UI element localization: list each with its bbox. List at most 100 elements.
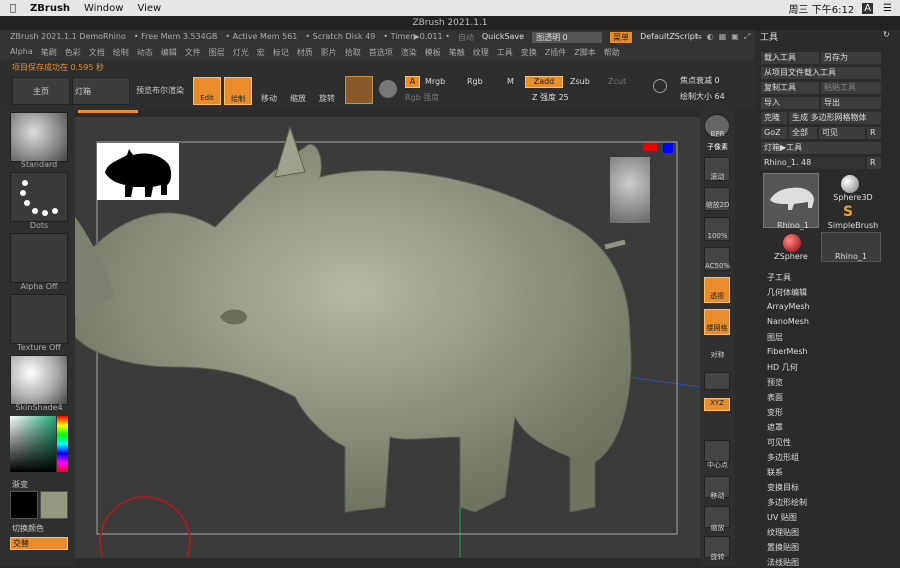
menu-item[interactable]: 绘制 <box>113 47 129 58</box>
input-source-icon[interactable]: A <box>862 2 874 14</box>
menus-button[interactable]: 菜单 <box>610 32 633 43</box>
clone-button[interactable]: 克隆 <box>761 112 787 124</box>
arraymesh-section[interactable]: ArrayMesh <box>767 302 810 311</box>
polypaint-section[interactable]: 多边形绘制 <box>767 497 807 508</box>
menu-item[interactable]: 纹理 <box>473 47 489 58</box>
visibility-section[interactable]: 可见性 <box>767 437 791 448</box>
apple-icon[interactable]:  <box>10 3 16 14</box>
menu-item[interactable]: 动态 <box>137 47 153 58</box>
goz-visible-button[interactable]: 可见 <box>819 127 865 139</box>
contact-section[interactable]: 联系 <box>767 467 783 478</box>
menu-item[interactable]: 拾取 <box>345 47 361 58</box>
grid-icon[interactable]: ▣ <box>731 32 739 42</box>
scale-button[interactable]: 缩放 <box>285 77 311 105</box>
transparency-slider[interactable]: 图透明 0 <box>532 32 603 43</box>
lightbox-tools-button[interactable]: 灯箱▶工具 <box>761 142 881 154</box>
rotate-button[interactable]: 旋转 <box>314 77 340 105</box>
goz-r-button[interactable]: R <box>867 127 881 139</box>
resize-icon[interactable]: ⇆ <box>695 32 702 42</box>
geometry-section[interactable]: 几何体编辑 <box>767 287 807 298</box>
mrgb-button[interactable]: Mrgb <box>425 77 445 86</box>
menu-item[interactable]: Alpha <box>10 47 33 58</box>
normal-map-section[interactable]: 法线贴图 <box>767 557 799 568</box>
polygroups-section[interactable]: 多边形组 <box>767 452 799 463</box>
menu-item[interactable]: 色彩 <box>65 47 81 58</box>
import-button[interactable]: 导入 <box>761 97 819 109</box>
zcut-button[interactable]: Zcut <box>608 77 626 86</box>
sphere3d-icon[interactable] <box>841 175 859 193</box>
menu-item[interactable]: 灯光 <box>233 47 249 58</box>
perspective-button[interactable]: 透视 <box>704 277 730 303</box>
toggle-icon[interactable]: ◐ <box>707 32 714 42</box>
alpha-thumbnail[interactable] <box>10 233 68 283</box>
paste-tool-button[interactable]: 粘贴工具 <box>821 82 881 94</box>
menu-list-icon[interactable]: ☰ <box>883 3 892 14</box>
floor-grid-button[interactable]: 楼网格 <box>704 309 730 335</box>
menu-item[interactable]: 图层 <box>209 47 225 58</box>
draw-button[interactable]: 绘制 <box>224 77 252 105</box>
load-tool-button[interactable]: 载入工具 <box>761 52 819 64</box>
view-menu[interactable]: View <box>137 3 161 14</box>
axis-gizmo-icon[interactable] <box>643 143 677 153</box>
stroke-thumbnail[interactable] <box>10 172 68 222</box>
menu-item[interactable]: 模板 <box>425 47 441 58</box>
texture-map-section[interactable]: 纹理贴图 <box>767 527 799 538</box>
home-button[interactable]: 主页 <box>12 77 70 105</box>
displacement-map-section[interactable]: 置换贴图 <box>767 542 799 553</box>
rgb-button[interactable]: Rgb <box>467 77 483 86</box>
menu-item[interactable]: 文档 <box>89 47 105 58</box>
stroke-icon[interactable] <box>653 79 667 93</box>
menu-item[interactable]: Z插件 <box>545 47 566 58</box>
expand-icon[interactable]: ⤢ <box>744 32 750 42</box>
surface-section[interactable]: 表面 <box>767 392 783 403</box>
lightbox-button[interactable]: 灯箱 <box>72 77 130 105</box>
menu-item[interactable]: 帮助 <box>604 47 620 58</box>
goz-all-button[interactable]: 全部 <box>789 127 817 139</box>
morph-target-section[interactable]: 变换目标 <box>767 482 799 493</box>
material-thumbnail[interactable] <box>10 355 68 405</box>
menu-item[interactable]: 渲染 <box>401 47 417 58</box>
alternate-button[interactable]: 交替 <box>10 537 68 550</box>
script-button[interactable]: DefaultZScript <box>640 32 698 43</box>
masking-section[interactable]: 遮罩 <box>767 422 783 433</box>
layout-icon[interactable]: ▦ <box>719 32 727 42</box>
subtool-section[interactable]: 子工具 <box>767 272 791 283</box>
menu-item[interactable]: 宏 <box>257 47 265 58</box>
menu-item[interactable]: 笔触 <box>449 47 465 58</box>
brush-thumbnail[interactable] <box>10 112 68 162</box>
edit-button[interactable]: Edit <box>193 77 221 105</box>
main-color-swatch[interactable] <box>10 491 38 519</box>
nanomesh-section[interactable]: NanoMesh <box>767 317 809 326</box>
menu-item[interactable]: 文件 <box>185 47 201 58</box>
tool-r-button[interactable]: R <box>867 157 881 169</box>
menu-item[interactable]: 变换 <box>521 47 537 58</box>
menu-item[interactable]: Z脚本 <box>574 47 595 58</box>
fibermesh-section[interactable]: FiberMesh <box>767 347 808 356</box>
hue-strip[interactable] <box>57 416 68 472</box>
focal-shift-slider[interactable]: 焦点衰减 0 <box>680 75 720 86</box>
rotate-y-icon[interactable] <box>704 415 730 433</box>
menu-item[interactable]: 工具 <box>497 47 513 58</box>
spotlight-icon[interactable] <box>379 80 397 98</box>
goz-button[interactable]: GoZ <box>761 127 787 139</box>
xyz-button[interactable]: XYZ <box>704 398 730 411</box>
switch-color-button[interactable]: 切换颜色 <box>12 523 44 534</box>
make-polymesh-button[interactable]: 生成 多边形网格物体 <box>789 112 881 124</box>
navigation-head-icon[interactable] <box>610 157 650 223</box>
copy-tool-button[interactable]: 复制工具 <box>761 82 819 94</box>
menu-item[interactable]: 标记 <box>273 47 289 58</box>
material-sphere-button[interactable] <box>345 76 373 104</box>
deformation-section[interactable]: 变形 <box>767 407 783 418</box>
m-button[interactable]: M <box>507 77 514 86</box>
menu-item[interactable]: 材质 <box>297 47 313 58</box>
save-as-button[interactable]: 另存为 <box>821 52 881 64</box>
current-tool-slider[interactable]: Rhino_1. 48 <box>761 157 865 169</box>
preview-section[interactable]: 预览 <box>767 377 783 388</box>
move-button[interactable]: 移动 <box>256 77 282 105</box>
zsub-button[interactable]: Zsub <box>570 77 590 86</box>
tool-thumb-rhino[interactable] <box>763 173 819 228</box>
symmetry-label[interactable]: 对称 <box>702 350 733 360</box>
export-button[interactable]: 导出 <box>821 97 881 109</box>
draw-size-slider[interactable]: 绘制大小 64 <box>680 91 725 102</box>
reference-image[interactable] <box>97 143 179 200</box>
